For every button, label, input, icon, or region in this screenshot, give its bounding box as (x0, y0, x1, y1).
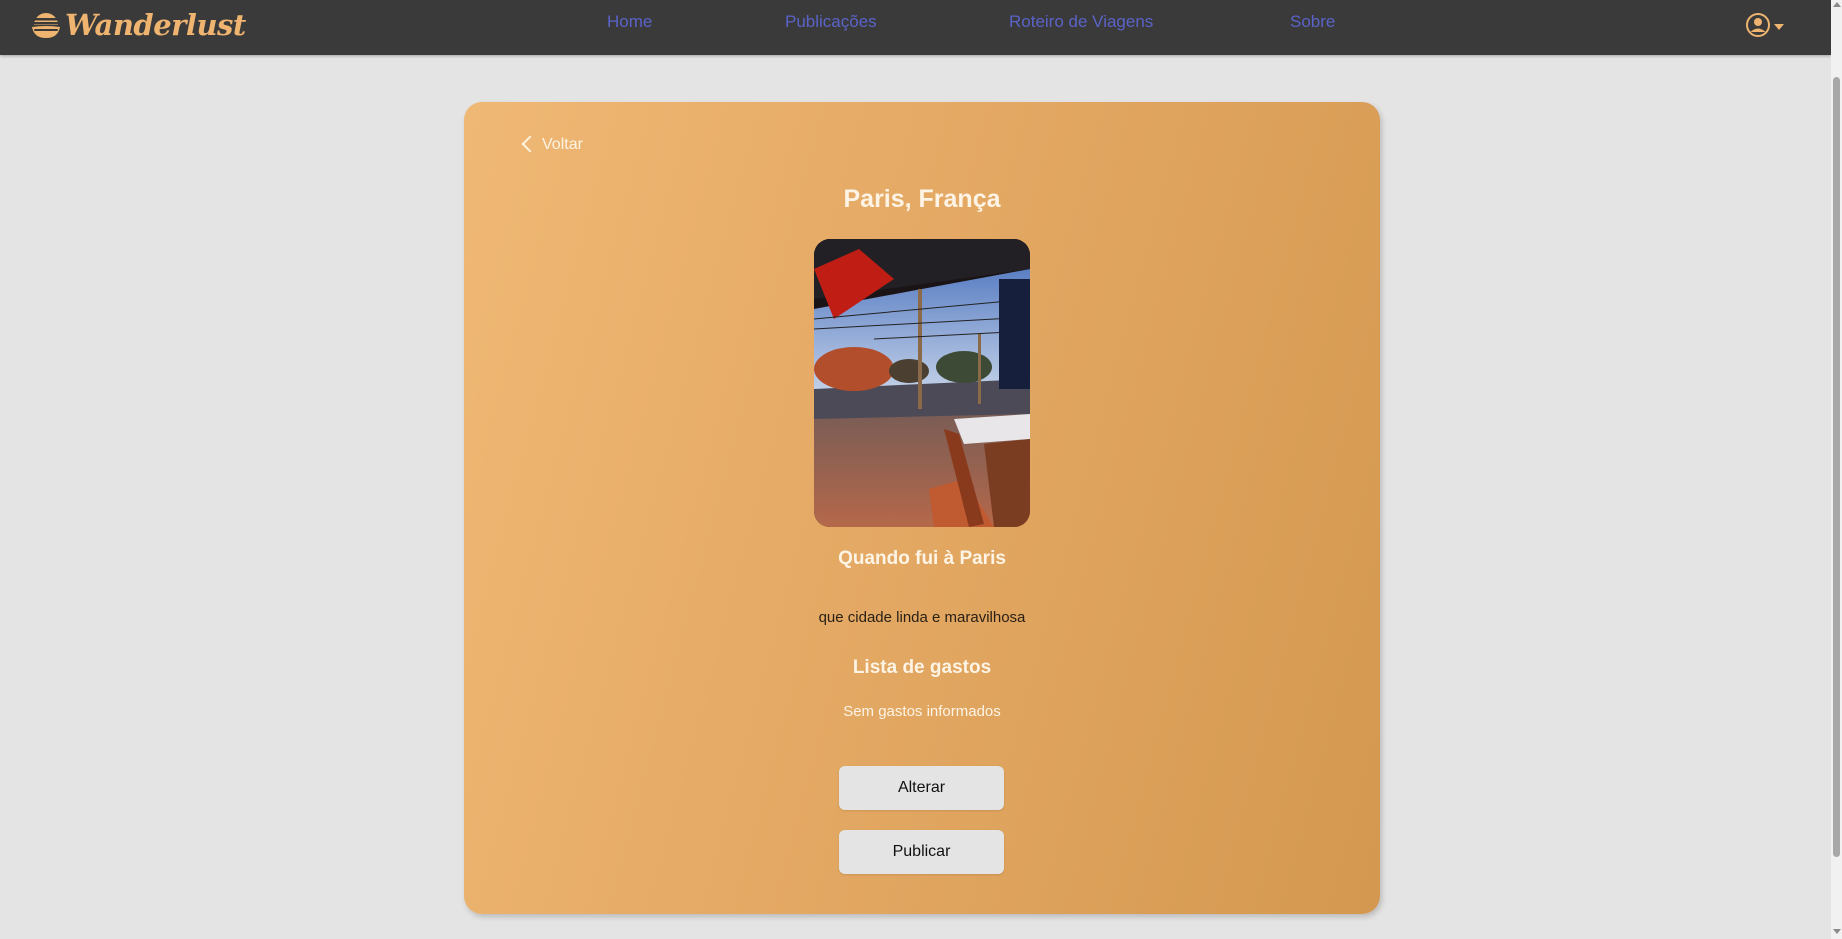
sunset-logo-icon (32, 13, 60, 38)
nav-link-publicacoes[interactable]: Publicações (785, 12, 877, 32)
top-navbar: Wanderlust Home Publicações Roteiro de V… (0, 0, 1831, 55)
brand-logo[interactable]: Wanderlust (31, 8, 246, 42)
page-scrollbar[interactable] (1831, 0, 1842, 939)
back-button[interactable]: Voltar (521, 135, 583, 154)
user-menu-button[interactable] (1745, 12, 1784, 38)
expenses-empty-message: Sem gastos informados (843, 703, 1001, 720)
publish-button[interactable]: Publicar (839, 830, 1004, 874)
chevron-down-icon (1774, 23, 1784, 30)
trip-description: que cidade linda e maravilhosa (818, 609, 1026, 626)
nav-link-home[interactable]: Home (607, 12, 652, 32)
scrollbar-thumb[interactable] (1833, 77, 1840, 857)
back-label: Voltar (542, 136, 583, 153)
trip-title: Paris, França (843, 185, 1001, 213)
scroll-up-icon[interactable] (1833, 2, 1841, 7)
scroll-down-icon[interactable] (1833, 929, 1841, 934)
trip-subtitle: Quando fui à Paris (838, 548, 1006, 569)
edit-button[interactable]: Alterar (839, 766, 1004, 810)
trip-photo (814, 239, 1030, 527)
nav-link-roteiro[interactable]: Roteiro de Viagens (1009, 12, 1153, 32)
nav-link-sobre[interactable]: Sobre (1290, 12, 1335, 32)
expenses-heading: Lista de gastos (852, 657, 992, 678)
chevron-left-icon (521, 135, 539, 153)
trip-detail-card: Voltar Paris, França Quando fui à Paris … (464, 102, 1380, 914)
street-cafe-photo-icon (814, 239, 1030, 527)
brand-name: Wanderlust (65, 8, 246, 42)
user-circle-icon (1746, 13, 1770, 37)
